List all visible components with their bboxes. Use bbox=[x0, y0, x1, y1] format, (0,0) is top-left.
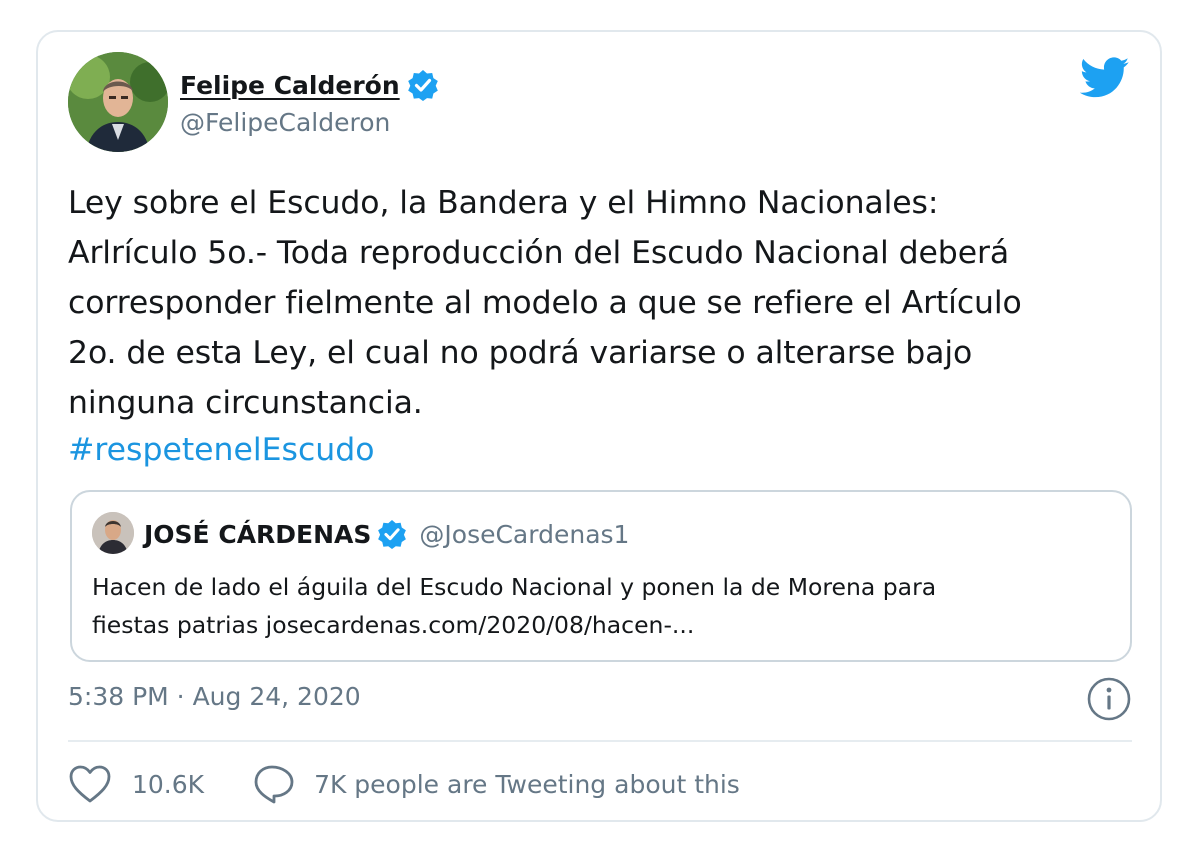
like-button[interactable]: 10.6K bbox=[68, 764, 204, 804]
verified-badge-icon bbox=[407, 70, 438, 101]
heart-icon bbox=[69, 765, 111, 803]
quoted-author-handle: @JoseCardenas1 bbox=[419, 519, 630, 549]
tweeting-about-link[interactable]: 7K people are Tweeting about this bbox=[252, 763, 740, 805]
tweet-text: Ley sobre el Escudo, la Bandera y el Him… bbox=[68, 185, 1022, 421]
author-avatar[interactable] bbox=[68, 52, 168, 152]
speech-bubble-icon bbox=[254, 765, 294, 804]
embedded-tweet-card: Felipe Calderón @FelipeCalderon Ley sobr… bbox=[36, 30, 1162, 822]
quoted-author-avatar bbox=[92, 512, 134, 554]
hashtag-link[interactable]: #respetenelEscudo bbox=[68, 425, 375, 475]
twitter-bird-icon[interactable] bbox=[1080, 56, 1130, 100]
verified-badge-icon bbox=[378, 519, 407, 549]
tweeting-about-text: 7K people are Tweeting about this bbox=[314, 769, 740, 799]
tweet-timestamp[interactable]: 5:38 PM · Aug 24, 2020 bbox=[68, 682, 361, 711]
author-name-row: Felipe Calderón bbox=[180, 66, 439, 104]
author-handle[interactable]: @FelipeCalderon bbox=[180, 108, 390, 137]
quoted-tweet-text: Hacen de lado el águila del Escudo Nacio… bbox=[92, 573, 937, 639]
quoted-tweet[interactable]: JOSÉ CÁRDENAS @JoseCardenas1 Hacen de la… bbox=[70, 490, 1132, 662]
like-count: 10.6K bbox=[132, 769, 205, 799]
tweet-actions: 10.6K 7K people are Tweeting about this bbox=[68, 754, 740, 814]
quoted-tweet-header: JOSÉ CÁRDENAS @JoseCardenas1 bbox=[144, 514, 629, 554]
divider bbox=[68, 740, 1132, 742]
author-display-name[interactable]: Felipe Calderón bbox=[180, 71, 400, 100]
quoted-author-name: JOSÉ CÁRDENAS bbox=[144, 519, 372, 549]
info-icon[interactable] bbox=[1086, 676, 1132, 722]
